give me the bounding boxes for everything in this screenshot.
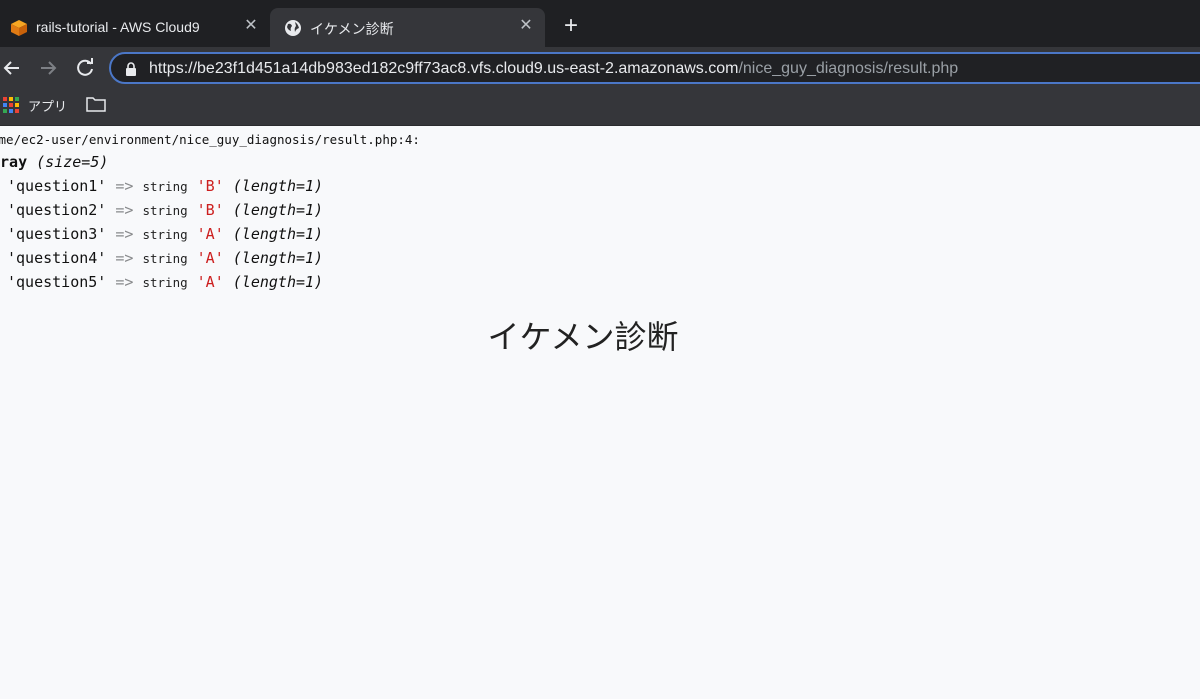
dump-arrow: => [115, 273, 134, 291]
globe-icon [284, 19, 302, 37]
dump-value: 'B' [196, 177, 224, 195]
url-path: /nice_guy_diagnosis/result.php [738, 60, 959, 77]
lock-icon[interactable] [125, 62, 137, 76]
var-dump-array-header: rray (size=5) [0, 153, 108, 171]
dump-length: (length=1) [232, 273, 324, 291]
dump-row: 'question3' => string 'A' (length=1) [7, 225, 323, 243]
dump-value: 'A' [196, 225, 224, 243]
dump-row: 'question5' => string 'A' (length=1) [7, 273, 323, 291]
toolbar: https://be23f1d451a14db983ed182c9ff73ac8… [0, 47, 1200, 89]
dump-type: string [142, 251, 188, 266]
array-size: (size=5) [36, 153, 109, 171]
dump-type: string [142, 227, 188, 242]
dump-arrow: => [115, 177, 134, 195]
url-text: https://be23f1d451a14db983ed182c9ff73ac8… [149, 60, 958, 78]
dump-value: 'A' [196, 249, 224, 267]
reload-icon[interactable] [73, 56, 97, 80]
dump-key: 'question1' [7, 177, 107, 195]
apps-bookmark[interactable]: アプリ [28, 96, 67, 115]
bookmarks-bar: アプリ [0, 89, 1200, 126]
tab-rails-tutorial[interactable]: rails-tutorial - AWS Cloud9 ✕ [0, 8, 270, 47]
dump-key: 'question2' [7, 201, 107, 219]
dump-row: 'question4' => string 'A' (length=1) [7, 249, 323, 267]
dump-arrow: => [115, 201, 134, 219]
back-icon[interactable] [0, 56, 24, 80]
dump-arrow: => [115, 225, 134, 243]
var-dump-path: ome/ec2-user/environment/nice_guy_diagno… [0, 132, 420, 147]
close-icon[interactable]: ✕ [517, 17, 535, 35]
cloud9-cube-icon [10, 19, 28, 37]
address-bar[interactable]: https://be23f1d451a14db983ed182c9ff73ac8… [109, 52, 1200, 84]
dump-length: (length=1) [232, 225, 324, 243]
dump-length: (length=1) [232, 177, 324, 195]
dump-value: 'B' [196, 201, 224, 219]
folder-icon[interactable] [86, 96, 106, 112]
forward-icon[interactable] [36, 56, 60, 80]
dump-type: string [142, 179, 188, 194]
tab-nice-guy-diagnosis[interactable]: イケメン診断 ✕ [270, 8, 545, 47]
dump-type: string [142, 203, 188, 218]
tab-strip: rails-tutorial - AWS Cloud9 ✕ イケメン診断 ✕ + [0, 0, 1200, 47]
page-title: イケメン診断 [487, 319, 679, 355]
dump-row: 'question2' => string 'B' (length=1) [7, 201, 323, 219]
tab-title: イケメン診断 [310, 21, 394, 37]
dump-key: 'question4' [7, 249, 107, 267]
dump-type: string [142, 275, 188, 290]
array-keyword: rray [0, 153, 28, 171]
apps-grid-icon[interactable] [3, 97, 19, 113]
dump-row: 'question1' => string 'B' (length=1) [7, 177, 323, 195]
dump-arrow: => [115, 249, 134, 267]
dump-length: (length=1) [232, 201, 324, 219]
page-content: ome/ec2-user/environment/nice_guy_diagno… [0, 126, 1200, 699]
dump-length: (length=1) [232, 249, 324, 267]
new-tab-button[interactable]: + [560, 14, 582, 38]
url-host: https://be23f1d451a14db983ed182c9ff73ac8… [149, 60, 739, 77]
tab-title: rails-tutorial - AWS Cloud9 [36, 19, 200, 35]
dump-key: 'question3' [7, 225, 107, 243]
close-icon[interactable]: ✕ [242, 17, 260, 35]
dump-key: 'question5' [7, 273, 107, 291]
dump-value: 'A' [196, 273, 224, 291]
